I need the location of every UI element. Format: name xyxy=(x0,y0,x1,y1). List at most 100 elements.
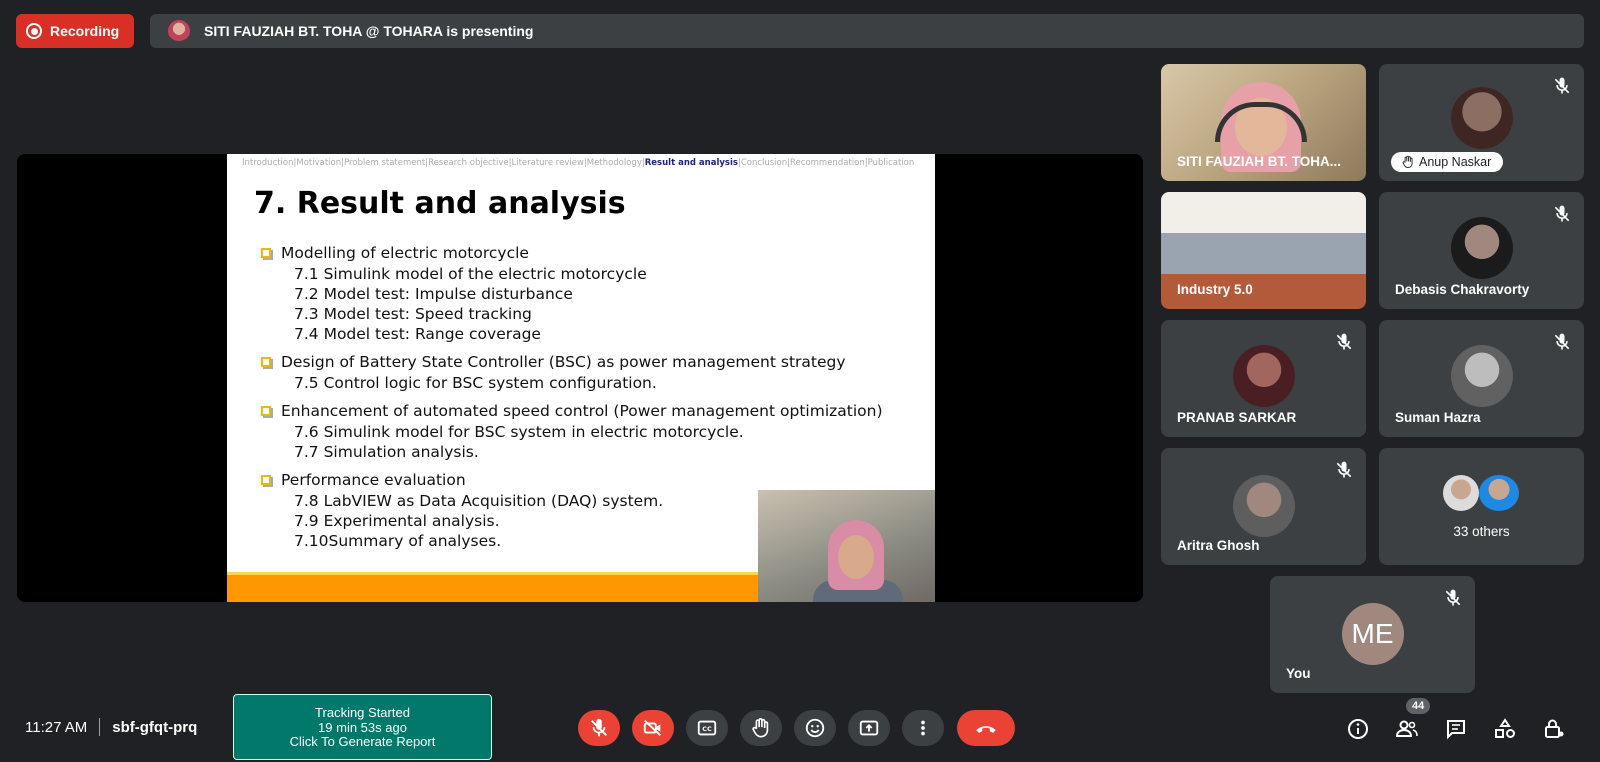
slide-subitem: 7.1 Simulink model of the electric motor… xyxy=(294,265,647,283)
tile-presenter[interactable]: SITI FAUZIAH BT. TOHA... xyxy=(1161,64,1366,181)
host-controls-button[interactable] xyxy=(1541,716,1567,742)
camera-toggle-button[interactable] xyxy=(632,710,674,746)
mic-off-icon xyxy=(1554,333,1570,350)
tile-industry[interactable]: Industry 5.0 xyxy=(1161,192,1366,309)
chat-button[interactable] xyxy=(1443,716,1469,742)
tracking-status: Tracking Started xyxy=(315,705,410,720)
emoji-icon xyxy=(805,718,825,738)
tile-others[interactable]: 33 others xyxy=(1379,448,1584,565)
slide-nav-item: Research objective xyxy=(428,158,509,168)
slide-subitem: 7.6 Simulink model for BSC system in ele… xyxy=(294,423,744,441)
slide-subitem: 7.2 Model test: Impulse disturbance xyxy=(294,285,573,303)
hand-icon xyxy=(752,718,769,738)
slide-subitem: 7.8 LabVIEW as Data Acquisition (DAQ) sy… xyxy=(294,492,664,510)
presenting-banner: SITI FAUZIAH BT. TOHA @ TOHARA is presen… xyxy=(150,14,1584,48)
presenting-text: SITI FAUZIAH BT. TOHA @ TOHARA is presen… xyxy=(204,23,534,39)
slide-subitem: 7.3 Model test: Speed tracking xyxy=(294,305,532,323)
tile-name: Industry 5.0 xyxy=(1177,282,1253,297)
slide-nav-item: Conclusion xyxy=(740,158,788,168)
tile-aritra[interactable]: Aritra Ghosh xyxy=(1161,448,1366,565)
people-button[interactable] xyxy=(1394,716,1420,742)
slide-nav: Introduction|Motivation|Problem statemen… xyxy=(242,158,915,168)
bullet-heading: Enhancement of automated speed control (… xyxy=(281,402,883,420)
hand-icon xyxy=(1402,155,1413,168)
slide-nav-item: Literature review xyxy=(511,158,584,168)
slide-nav-item: Methodology xyxy=(586,158,642,168)
reactions-button[interactable] xyxy=(794,710,836,746)
presentation-slide: Introduction|Motivation|Problem statemen… xyxy=(227,154,935,602)
mic-off-icon xyxy=(591,718,607,737)
mic-toggle-button[interactable] xyxy=(578,710,620,746)
recording-label: Recording xyxy=(50,23,120,39)
slide-subitem: 7.10Summary of analyses. xyxy=(294,532,502,550)
others-count: 33 others xyxy=(1453,524,1510,539)
avatar xyxy=(1450,345,1513,407)
avatar xyxy=(1450,87,1513,149)
mic-off-icon xyxy=(1554,205,1570,222)
tile-name: Suman Hazra xyxy=(1395,410,1481,425)
recording-button[interactable]: Recording xyxy=(16,14,134,48)
tile-anup-naskar[interactable]: Anup Naskar xyxy=(1379,64,1584,181)
slide-bullet: Design of Battery State Controller (BSC)… xyxy=(261,353,846,371)
slide-nav-item: Motivation xyxy=(296,158,342,168)
captions-button[interactable]: CC xyxy=(686,710,728,746)
chat-icon xyxy=(1447,720,1465,740)
lock-person-icon xyxy=(1545,719,1564,738)
activities-button[interactable] xyxy=(1492,716,1518,742)
slide-bullet: Performance evaluation xyxy=(261,471,466,489)
present-button[interactable] xyxy=(848,710,890,746)
tile-you[interactable]: ME You xyxy=(1270,576,1475,693)
raise-hand-button[interactable] xyxy=(740,710,782,746)
divider xyxy=(99,718,101,736)
bullet-square-icon xyxy=(261,406,271,416)
bullet-heading: Performance evaluation xyxy=(281,471,466,489)
mic-off-icon xyxy=(1336,333,1352,350)
tracking-elapsed: 19 min 53s ago xyxy=(318,719,407,735)
bullet-square-icon xyxy=(261,475,271,485)
raised-hand-pill: Anup Naskar xyxy=(1391,152,1504,172)
clock-time: 11:27 AM xyxy=(25,718,88,736)
meeting-info: 11:27 AM sbf-gfqt-prq xyxy=(25,718,197,736)
slide-subitem: 7.9 Experimental analysis. xyxy=(294,512,500,530)
people-count-badge: 44 xyxy=(1406,698,1431,714)
slide-nav-item: Publication xyxy=(867,158,915,168)
bullet-heading: Modelling of electric motorcycle xyxy=(281,244,529,262)
avatar xyxy=(1443,475,1479,511)
meeting-code: sbf-gfqt-prq xyxy=(112,718,198,736)
present-screen-icon xyxy=(859,720,879,736)
slide-bullet: Enhancement of automated speed control (… xyxy=(261,402,883,420)
tile-pranab[interactable]: PRANAB SARKAR xyxy=(1161,320,1366,437)
meeting-details-button[interactable] xyxy=(1345,716,1371,742)
tracking-report-button[interactable]: Tracking Started 19 min 53s ago Click To… xyxy=(233,694,492,760)
avatar xyxy=(1232,475,1295,537)
bullet-square-icon xyxy=(261,248,271,258)
phone-hangup-icon xyxy=(976,726,996,733)
svg-text:CC: CC xyxy=(702,725,712,733)
bullet-square-icon xyxy=(261,357,271,367)
slide-nav-item: Recommendation xyxy=(790,158,865,168)
info-icon xyxy=(1348,719,1368,739)
avatar xyxy=(1479,475,1519,511)
slide-subitem: 7.7 Simulation analysis. xyxy=(294,443,479,461)
more-options-button[interactable] xyxy=(902,710,944,746)
bullet-heading: Design of Battery State Controller (BSC)… xyxy=(281,353,846,371)
tile-name: PRANAB SARKAR xyxy=(1177,410,1297,425)
captions-icon: CC xyxy=(697,720,717,736)
initials-avatar: ME xyxy=(1341,603,1404,665)
slide-title: 7. Result and analysis xyxy=(254,186,626,221)
tile-debasis[interactable]: Debasis Chakravorty xyxy=(1379,192,1584,309)
record-icon xyxy=(26,23,42,39)
slide-subitem: 7.5 Control logic for BSC system configu… xyxy=(294,374,657,392)
presenter-camera-inset xyxy=(758,490,935,602)
people-icon xyxy=(1395,720,1418,737)
camera-off-icon xyxy=(643,719,661,737)
presenter-avatar xyxy=(168,20,190,42)
avatar xyxy=(1232,345,1295,407)
end-call-button[interactable] xyxy=(957,710,1015,746)
tracking-action: Click To Generate Report xyxy=(289,734,436,749)
mic-off-icon xyxy=(1336,461,1352,478)
more-vert-icon xyxy=(921,720,925,736)
slide-nav-item: Problem statement xyxy=(343,158,426,168)
avatar xyxy=(1450,217,1513,279)
tile-suman[interactable]: Suman Hazra xyxy=(1379,320,1584,437)
